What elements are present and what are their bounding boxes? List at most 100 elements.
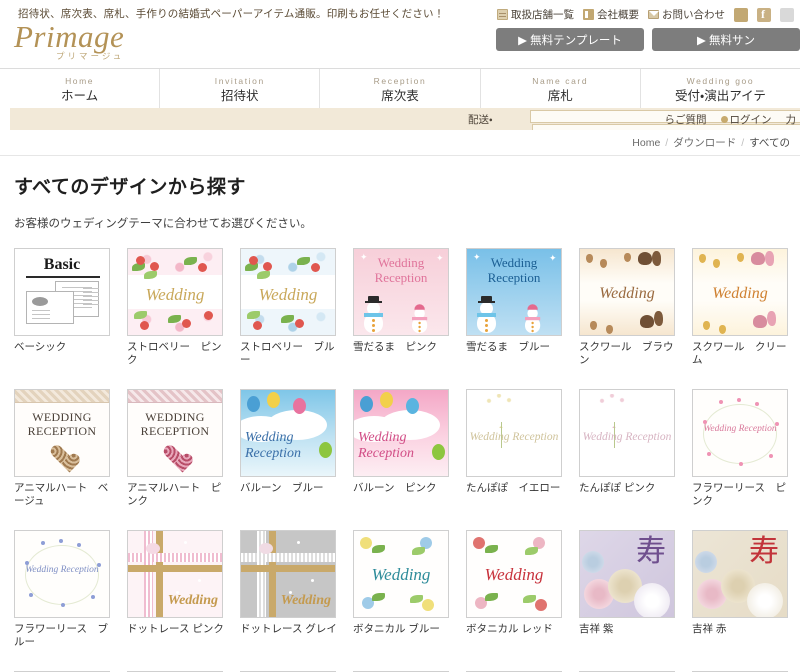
design-art-word: Wedding	[354, 565, 448, 585]
design-thumbnail: WEDDING RECEPTION	[14, 389, 110, 477]
design-card-squirrel-cream[interactable]: Wedding スクワール クリーム	[692, 248, 797, 367]
design-card-strawberry-blue[interactable]: Wedding ストロベリー ブルー	[240, 248, 345, 367]
subbar-login-link[interactable]: ログイン	[721, 112, 772, 127]
free-template-button[interactable]: ▶ 無料テンプレート	[496, 28, 644, 51]
design-label: 雪だるま ピンク	[353, 341, 456, 354]
design-label: たんぽぽ ピンク	[579, 482, 682, 495]
flower-icon	[41, 541, 45, 545]
design-card-snowman-blue[interactable]: ✦ ✦ Wedding Reception 雪だるま ブルー	[466, 248, 571, 367]
flower-icon	[719, 400, 723, 404]
snowman-buttons	[531, 322, 533, 324]
design-thumbnail: Wedding	[353, 530, 449, 618]
nav-item-invitation-en: Invitation	[215, 75, 265, 88]
design-card-wreath-pink[interactable]: Wedding Reception フラワーリース ピンク	[692, 389, 797, 508]
page-title: すべてのデザインから探す	[14, 172, 800, 199]
design-thumbnail: Basic	[14, 248, 110, 336]
login-icon	[721, 116, 728, 123]
design-card-dandelion-yellow[interactable]: Wedding Reception たんぽぽ イエロー	[466, 389, 571, 508]
cap-icon	[414, 304, 424, 310]
bow-icon	[259, 543, 273, 554]
berry-icon	[136, 256, 145, 265]
instagram-icon[interactable]	[780, 8, 794, 22]
squirrel-tail	[654, 311, 663, 326]
snowman-figure	[364, 302, 383, 333]
lace-ribbon-horizontal	[241, 553, 335, 562]
design-card-strawberry-pink[interactable]: Wedding ストロベリー ピンク	[127, 248, 232, 367]
leaf-icon	[485, 545, 498, 553]
design-label: 吉祥 紫	[579, 623, 682, 636]
subbar-shipping-text: 配送・	[468, 112, 493, 127]
design-card-balloon-blue[interactable]: Wedding Reception バルーン ブルー	[240, 389, 345, 508]
utility-link-company[interactable]: 会社概要	[583, 7, 639, 22]
design-card-snowman-pink[interactable]: ✦ ✦ Wedding Reception 雪だるま ピンク	[353, 248, 458, 367]
site-logo[interactable]: Primage プリマージュ	[14, 20, 254, 62]
dot	[198, 579, 201, 582]
design-label: フラワーリース ブルー	[14, 623, 117, 649]
design-card-botanical-red[interactable]: Wedding ボタニカル レッド	[466, 530, 571, 649]
flower-icon	[59, 539, 63, 543]
design-art-word: Wedding Reception	[580, 430, 674, 444]
design-card-basic[interactable]: Basic ベーシック	[14, 248, 119, 367]
scarf-icon	[477, 313, 496, 317]
design-card-dotlace-pink[interactable]: Wedding ドットレース ピンク	[127, 530, 232, 649]
design-art-word: WEDDING RECEPTION	[15, 410, 109, 438]
design-thumbnail: Wedding	[240, 530, 336, 618]
leaf-icon	[144, 271, 157, 279]
breadcrumb-item-current: すべての	[749, 135, 790, 150]
design-card-botanical-blue[interactable]: Wedding ボタニカル ブルー	[353, 530, 458, 649]
subbar-cart-link[interactable]: 力	[786, 112, 797, 127]
design-card-animalheart-beige[interactable]: WEDDING RECEPTION アニマルハート ベージュ	[14, 389, 119, 508]
breadcrumb-item-home[interactable]: Home	[632, 137, 660, 149]
utility-link-stores[interactable]: 取扱店舗一覧	[497, 7, 574, 22]
basic-lines	[83, 288, 99, 289]
utility-links: 取扱店舗一覧 会社概要 お問い合わせ	[497, 7, 794, 22]
berry-icon	[263, 262, 272, 271]
lace-band	[128, 390, 222, 403]
nav-item-invitation[interactable]: Invitation 招待状	[159, 69, 319, 108]
rose-icon	[422, 599, 434, 611]
design-label: アニマルハート ベージュ	[14, 482, 117, 508]
design-art-word: Wedding Reception	[467, 430, 561, 444]
berry-icon	[253, 321, 262, 330]
basic-card-front	[26, 291, 74, 324]
nav-item-reception-ja: 席次表	[381, 88, 419, 104]
free-sample-button[interactable]: ▶ 無料サン	[652, 28, 800, 51]
acorn-icon	[600, 259, 607, 268]
nav-item-reception[interactable]: Reception 席次表	[319, 69, 479, 108]
design-thumbnail: Wedding Reception	[353, 389, 449, 477]
facebook-icon[interactable]	[757, 8, 771, 22]
utility-link-company-label: 会社概要	[597, 7, 639, 22]
design-card-dandelion-pink[interactable]: Wedding Reception たんぽぽ ピンク	[579, 389, 684, 508]
nav-item-goods-ja: 受付・演出アイテ	[675, 88, 766, 104]
design-thumbnail: Wedding	[127, 248, 223, 336]
main-navigation: Home ホーム Invitation 招待状 Reception 席次表 Na…	[0, 68, 800, 108]
design-card-wreath-blue[interactable]: Wedding Reception フラワーリース ブルー	[14, 530, 119, 649]
nav-item-goods-en: Wedding goo	[687, 75, 755, 88]
dot	[297, 541, 300, 544]
breadcrumb-separator-1: /	[665, 137, 668, 149]
design-card-balloon-pink[interactable]: Wedding Reception バルーン ピンク	[353, 389, 458, 508]
design-thumbnail: Wedding	[692, 248, 788, 336]
leaf-icon	[523, 595, 536, 603]
design-card-squirrel-brown[interactable]: Wedding スクワール ブラウン	[579, 248, 684, 367]
flower-icon	[77, 543, 81, 547]
balloon-icon	[360, 396, 373, 412]
design-card-kissho-red[interactable]: 寿 吉祥 赤	[692, 530, 797, 649]
berry-icon	[150, 262, 159, 271]
subbar-faq-link[interactable]: らご質問	[665, 112, 707, 127]
nav-item-namecard[interactable]: Name card 席札	[480, 69, 640, 108]
design-thumbnail: Wedding	[127, 530, 223, 618]
design-label: スクワール クリーム	[692, 341, 795, 367]
design-thumbnail: Wedding Reception	[14, 530, 110, 618]
squirrel-tail	[767, 311, 776, 326]
basic-lines-2	[32, 310, 50, 311]
breadcrumb-item-download[interactable]: ダウンロード	[673, 135, 736, 150]
design-card-kissho-purple[interactable]: 寿 吉祥 紫	[579, 530, 684, 649]
nav-item-home[interactable]: Home ホーム	[0, 69, 159, 108]
nav-item-goods[interactable]: Wedding goo 受付・演出アイテ	[640, 69, 800, 108]
utility-link-contact[interactable]: お問い合わせ	[648, 7, 725, 22]
balloon-icon	[319, 442, 332, 458]
design-card-animalheart-pink[interactable]: WEDDING RECEPTION アニマルハート ピンク	[127, 389, 232, 508]
line-icon[interactable]	[734, 8, 748, 22]
design-card-dotlace-gray[interactable]: Wedding ドットレース グレイ	[240, 530, 345, 649]
